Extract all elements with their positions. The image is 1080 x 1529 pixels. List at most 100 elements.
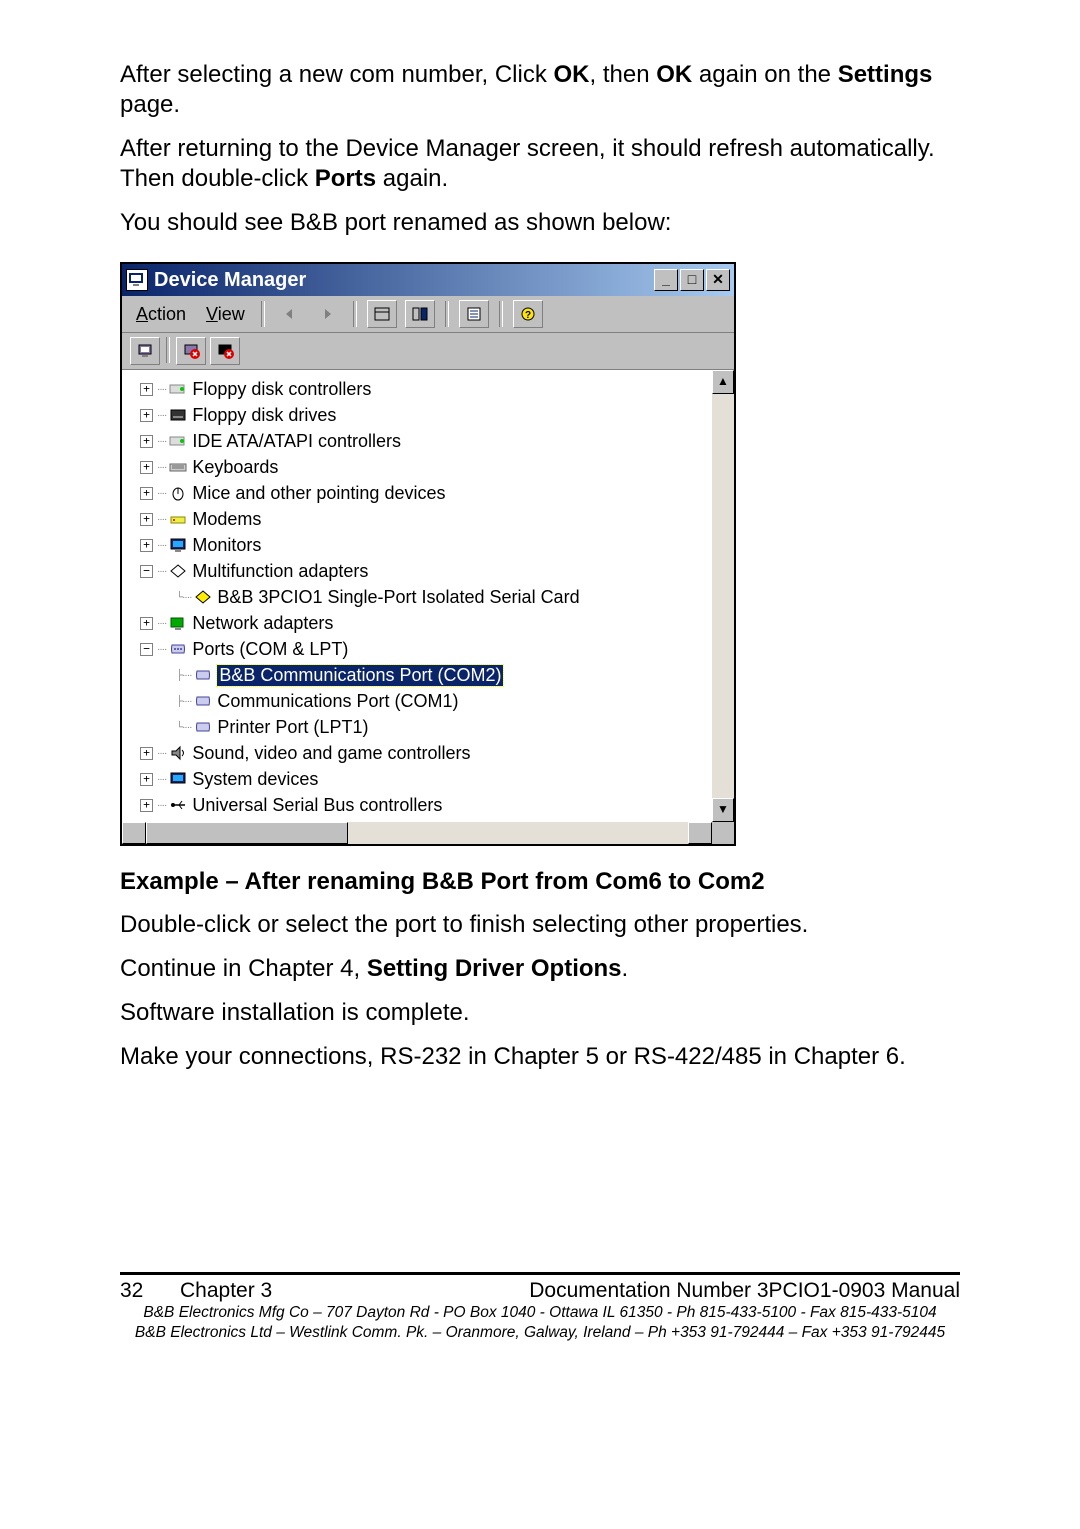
text-bold: Settings: [838, 61, 933, 88]
tree-line: ├····: [176, 696, 191, 707]
tree-item-modems[interactable]: ···· Modems: [140, 506, 726, 532]
scroll-thumb[interactable]: [146, 822, 348, 844]
tree-item-multifunction[interactable]: ···· Multifunction adapters: [140, 558, 726, 584]
tree-item-usb[interactable]: ···· Universal Serial Bus controllers: [140, 792, 726, 818]
menu-action[interactable]: Action: [130, 302, 192, 327]
tree-label: Mice and other pointing devices: [192, 483, 445, 504]
scroll-down-arrow[interactable]: ▼: [712, 798, 734, 822]
expand-icon[interactable]: [140, 487, 153, 500]
port-icon: [193, 718, 213, 736]
tree-label: Floppy disk drives: [192, 405, 336, 426]
eject-button[interactable]: [210, 337, 240, 365]
footer-chapter: Chapter 3: [180, 1279, 440, 1303]
scroll-right-arrow[interactable]: [688, 822, 712, 844]
expand-icon[interactable]: [140, 383, 153, 396]
expand-icon[interactable]: [140, 513, 153, 526]
properties-button[interactable]: [459, 300, 489, 328]
tree-label: Universal Serial Bus controllers: [192, 795, 442, 816]
tree-label: Network adapters: [192, 613, 333, 634]
app-icon: [126, 269, 148, 291]
tree-label: IDE ATA/ATAPI controllers: [192, 431, 401, 452]
tree-label: Monitors: [192, 535, 261, 556]
text-bold: Ports: [315, 165, 376, 192]
scroll-up-arrow[interactable]: ▲: [712, 370, 734, 394]
tree-item-bb-card[interactable]: └···· B&B 3PCIO1 Single-Port Isolated Se…: [140, 584, 726, 610]
separator: [499, 301, 503, 327]
separator: [261, 301, 265, 327]
expand-icon[interactable]: [140, 773, 153, 786]
tree-item-mice[interactable]: ···· Mice and other pointing devices: [140, 480, 726, 506]
expand-icon[interactable]: [140, 409, 153, 422]
modem-icon: [168, 510, 188, 528]
tree-item-network[interactable]: ···· Network adapters: [140, 610, 726, 636]
floppy-icon: [168, 406, 188, 424]
port-icon: [168, 640, 188, 658]
scroll-left-arrow[interactable]: [122, 822, 146, 844]
collapse-icon[interactable]: [140, 643, 153, 656]
expand-icon[interactable]: [140, 539, 153, 552]
tree-item-keyboards[interactable]: ···· Keyboards: [140, 454, 726, 480]
menu-toolbar: Action View ?: [122, 296, 734, 333]
scroll-track[interactable]: [348, 822, 688, 844]
tree-label: B&B 3PCIO1 Single-Port Isolated Serial C…: [217, 587, 579, 608]
tree-client-area: ▲ ▼ ···· Floppy disk controllers ···· Fl…: [122, 370, 734, 822]
separator: [445, 301, 449, 327]
svg-text:?: ?: [525, 310, 531, 321]
tree-line: ····: [157, 410, 166, 421]
tree-label: Ports (COM & LPT): [192, 639, 348, 660]
scroll-track[interactable]: [712, 394, 734, 798]
minimize-button[interactable]: _: [654, 269, 678, 291]
paragraph-7: Make your connections, RS-232 in Chapter…: [120, 1042, 960, 1072]
network-icon: [168, 614, 188, 632]
collapse-icon[interactable]: [140, 565, 153, 578]
expand-icon[interactable]: [140, 747, 153, 760]
forward-button[interactable]: [313, 300, 343, 328]
back-button[interactable]: [275, 300, 305, 328]
tree-label: System devices: [192, 769, 318, 790]
paragraph-4: Double-click or select the port to finis…: [120, 910, 960, 940]
expand-icon[interactable]: [140, 435, 153, 448]
page-number: 32: [120, 1279, 180, 1303]
tree-item-ide[interactable]: ···· IDE ATA/ATAPI controllers: [140, 428, 726, 454]
tree-item-system[interactable]: ···· System devices: [140, 766, 726, 792]
text: , then: [590, 61, 657, 88]
tree-label: Floppy disk controllers: [192, 379, 371, 400]
paragraph-1: After selecting a new com number, Click …: [120, 60, 960, 120]
tree-item-sound[interactable]: ···· Sound, video and game controllers: [140, 740, 726, 766]
window-title: Device Manager: [154, 269, 652, 292]
tree-item-lpt1[interactable]: └···· Printer Port (LPT1): [140, 714, 726, 740]
vertical-scrollbar[interactable]: ▲ ▼: [712, 370, 734, 822]
toolbar-button[interactable]: [367, 300, 397, 328]
paragraph-6: Software installation is complete.: [120, 998, 960, 1028]
footer-address-2: B&B Electronics Ltd – Westlink Comm. Pk.…: [120, 1323, 960, 1343]
expand-icon[interactable]: [140, 461, 153, 474]
close-button[interactable]: ✕: [706, 269, 730, 291]
monitor-icon: [168, 770, 188, 788]
tree-item-floppy-controllers[interactable]: ···· Floppy disk controllers: [140, 376, 726, 402]
tree-item-floppy-drives[interactable]: ···· Floppy disk drives: [140, 402, 726, 428]
tree-item-ports[interactable]: ···· Ports (COM & LPT): [140, 636, 726, 662]
help-button[interactable]: ?: [513, 300, 543, 328]
paragraph-2: After returning to the Device Manager sc…: [120, 134, 960, 194]
tree-item-com1[interactable]: ├···· Communications Port (COM1): [140, 688, 726, 714]
expand-icon[interactable]: [140, 617, 153, 630]
tree-line: ····: [157, 488, 166, 499]
text: .: [622, 955, 629, 982]
expand-icon[interactable]: [140, 799, 153, 812]
maximize-button[interactable]: □: [680, 269, 704, 291]
show-hide-console-button[interactable]: [405, 300, 435, 328]
menu-view[interactable]: View: [200, 302, 251, 327]
refresh-button[interactable]: [176, 337, 206, 365]
title-bar: Device Manager _ □ ✕: [122, 264, 734, 296]
tree-label: Keyboards: [192, 457, 278, 478]
text: again on the: [692, 61, 837, 88]
horizontal-scrollbar[interactable]: [122, 822, 734, 844]
tree-item-monitors[interactable]: ···· Monitors: [140, 532, 726, 558]
tree-label-selected: B&B Communications Port (COM2): [217, 665, 503, 686]
text: Continue in Chapter 4,: [120, 955, 367, 982]
tree-item-bb-com2[interactable]: ├···· B&B Communications Port (COM2): [140, 662, 726, 688]
tree-line: ····: [157, 566, 166, 577]
computer-icon-button[interactable]: [130, 337, 160, 365]
port-icon: [193, 692, 213, 710]
scroll-corner: [712, 822, 734, 844]
